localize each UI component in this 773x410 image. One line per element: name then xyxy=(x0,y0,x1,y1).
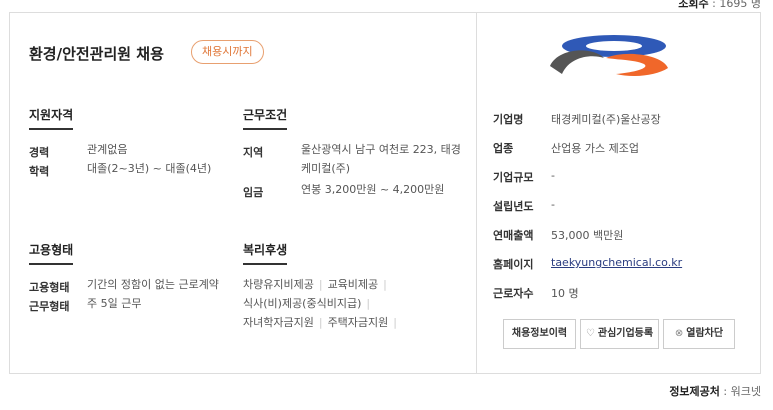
add-favorite-label: 관심기업등록 xyxy=(597,328,654,339)
education-value: 대졸(2~3년) ~ 대졸(4년) xyxy=(87,162,212,175)
benefit-item: 주택자금지원 xyxy=(327,316,389,329)
work-type-label: 근무형태 xyxy=(29,300,70,313)
education-label: 학력 xyxy=(29,165,50,178)
view-count-label: 조회수 xyxy=(678,0,709,10)
view-count: 조회수 : 1695 명 xyxy=(678,0,761,11)
company-logo xyxy=(550,35,668,76)
homepage-label: 홈페이지 xyxy=(493,258,534,271)
revenue-label: 연매출액 xyxy=(493,229,534,242)
info-source-label: 정보제공처 xyxy=(669,385,720,398)
logo-dark-swoosh xyxy=(550,50,604,74)
benefit-separator: | xyxy=(393,316,398,329)
block-viewing-button[interactable]: ⊗ 열람차단 xyxy=(663,319,735,349)
conditions-heading: 근무조건 xyxy=(243,106,288,130)
hiring-history-button[interactable]: 채용정보이력 xyxy=(503,319,576,349)
salary-label: 임금 xyxy=(243,186,264,199)
info-source-value: 워크넷 xyxy=(730,385,761,398)
homepage-field: taekyungchemical.co.kr xyxy=(551,256,682,269)
job-info-panel: 환경/안전관리원 채용 채용시까지 지원자격 경력 관계없음 학력 대졸(2~3… xyxy=(10,13,476,373)
benefit-separator: | xyxy=(318,278,323,291)
logo-orange-swoosh xyxy=(606,53,668,76)
info-source: 정보제공처 : 워크넷 xyxy=(669,385,761,398)
career-label: 경력 xyxy=(29,146,50,159)
job-title[interactable]: 환경/안전관리원 채용 xyxy=(29,43,164,64)
industry-value: 산업용 가스 제조업 xyxy=(551,142,639,155)
hiring-history-label: 채용정보이력 xyxy=(511,328,568,339)
founded-value: - xyxy=(551,198,555,211)
logo-blue-gap xyxy=(586,41,642,51)
company-name-value: 태경케미컬(주)울산공장 xyxy=(551,113,661,126)
deadline-badge: 채용시까지 xyxy=(191,40,264,64)
work-type-value: 주 5일 근무 xyxy=(87,297,142,310)
block-icon: ⊗ xyxy=(674,328,684,339)
block-viewing-label: 열람차단 xyxy=(686,328,724,339)
revenue-value: 53,000 백만원 xyxy=(551,229,624,242)
benefit-item: 차량유지비제공 xyxy=(243,278,314,291)
industry-label: 업종 xyxy=(493,142,514,155)
job-card: 환경/안전관리원 채용 채용시까지 지원자격 경력 관계없음 학력 대졸(2~3… xyxy=(9,12,761,374)
benefit-separator: | xyxy=(366,297,371,310)
company-name-label: 기업명 xyxy=(493,113,524,126)
employment-type-label: 고용형태 xyxy=(29,281,70,294)
employment-heading: 고용형태 xyxy=(29,241,74,265)
qualifications-heading: 지원자격 xyxy=(29,106,74,130)
benefits-list: 차량유지비제공 | 교육비제공 | 식사(비)제공(중식비지급) | 자녀학자금지원 | 주택자… xyxy=(243,275,468,332)
founded-label: 설립년도 xyxy=(493,200,534,213)
benefit-item: 식사(비)제공(중식비지급) xyxy=(243,297,362,310)
company-panel: 기업명 태경케미컬(주)울산공장 업종 산업용 가스 제조업 기업규모 - 설립… xyxy=(476,13,761,373)
career-value: 관계없음 xyxy=(87,143,128,156)
location-value: 울산광역시 남구 여천로 223, 태경케미컬(주) xyxy=(301,143,461,175)
benefit-item: 교육비제공 xyxy=(327,278,379,291)
company-size-value: - xyxy=(551,169,555,182)
benefits-heading: 복리후생 xyxy=(243,241,288,265)
benefit-separator: | xyxy=(318,316,323,329)
view-count-value: 1695 명 xyxy=(719,0,761,10)
employees-label: 근로자수 xyxy=(493,287,534,300)
employees-value: 10 명 xyxy=(551,287,579,300)
benefit-separator: | xyxy=(383,278,387,291)
salary-value: 연봉 3,200만원 ~ 4,200만원 xyxy=(301,183,445,196)
location-label: 지역 xyxy=(243,146,264,159)
benefit-item: 자녀학자금지원 xyxy=(243,316,314,329)
employment-type-value: 기간의 정함이 없는 근로계약 xyxy=(87,278,219,291)
company-size-label: 기업규모 xyxy=(493,171,534,184)
homepage-link[interactable]: taekyungchemical.co.kr xyxy=(551,256,682,269)
heart-icon: ♡ xyxy=(585,328,595,339)
add-favorite-company-button[interactable]: ♡ 관심기업등록 xyxy=(580,319,659,349)
